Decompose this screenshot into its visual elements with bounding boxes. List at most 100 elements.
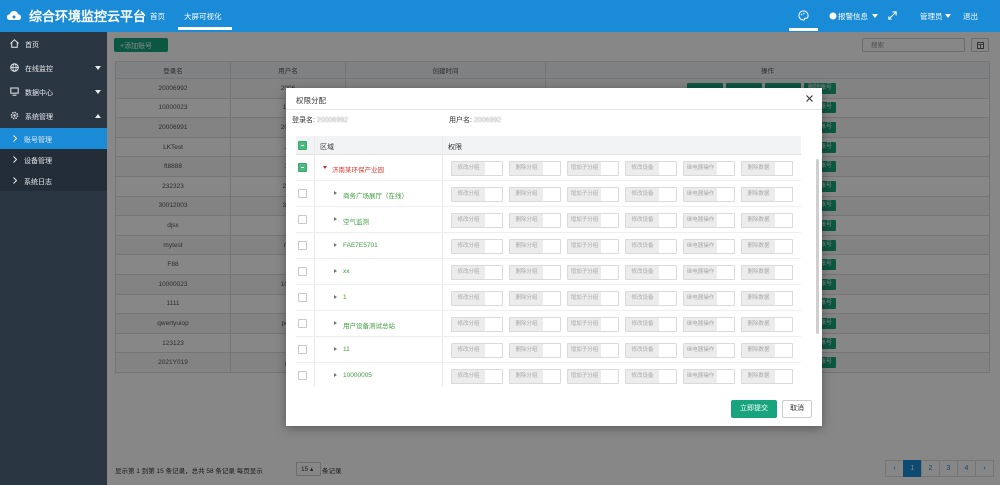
permission-toggle[interactable]: 继电器操作 <box>683 161 735 176</box>
permission-toggle[interactable]: 删除数据 <box>741 239 793 254</box>
cancel-button[interactable]: 取消 <box>782 400 812 418</box>
row-checkbox[interactable] <box>298 267 307 276</box>
permission-toggle[interactable]: 删除分组 <box>509 369 561 384</box>
permission-toggle[interactable]: 修改设备 <box>625 187 677 202</box>
alarm-info-link[interactable]: 报警信息 <box>838 11 868 22</box>
fullscreen-icon[interactable] <box>887 10 898 21</box>
area-name: 空气监测 <box>343 219 369 226</box>
sidebar-item-device-management[interactable]: 设备管理 <box>0 149 107 170</box>
permission-toggle[interactable]: 修改分组 <box>451 187 503 202</box>
palette-icon[interactable] <box>798 10 809 21</box>
caret-right-icon[interactable] <box>334 373 337 377</box>
permission-label: 修改设备 <box>626 266 659 279</box>
permission-toggle[interactable]: 删除分组 <box>509 317 561 332</box>
close-icon[interactable] <box>805 94 814 103</box>
caret-right-icon[interactable] <box>334 269 337 273</box>
permission-toggle[interactable]: 删除数据 <box>741 343 793 358</box>
permission-toggle[interactable]: 增加子分组 <box>567 213 619 228</box>
permission-toggle[interactable]: 删除分组 <box>509 161 561 176</box>
sidebar-item-system[interactable]: 系统管理 <box>0 104 107 128</box>
permission-label: 继电器操作 <box>684 188 717 201</box>
caret-down-icon[interactable] <box>323 166 327 169</box>
permission-toggle[interactable]: 修改设备 <box>625 239 677 254</box>
permission-toggle[interactable]: 删除分组 <box>509 343 561 358</box>
caret-right-icon[interactable] <box>334 217 337 221</box>
caret-right-icon[interactable] <box>334 347 337 351</box>
row-checkbox[interactable] <box>298 319 307 328</box>
permission-label: 增加子分组 <box>568 318 601 331</box>
row-checkbox[interactable] <box>298 163 307 172</box>
permission-toggle[interactable]: 修改设备 <box>625 343 677 358</box>
permission-toggle[interactable]: 删除分组 <box>509 291 561 306</box>
nav-tab-home[interactable]: 首页 <box>150 11 165 22</box>
row-checkbox[interactable] <box>298 241 307 250</box>
permission-toggle[interactable]: 修改分组 <box>451 291 503 306</box>
permission-toggle[interactable]: 删除分组 <box>509 187 561 202</box>
sidebar-item-home[interactable]: 首页 <box>0 32 107 56</box>
sidebar-item-data-center[interactable]: 数据中心 <box>0 80 107 104</box>
row-checkbox[interactable] <box>298 215 307 224</box>
permission-toggle[interactable]: 删除数据 <box>741 187 793 202</box>
caret-right-icon[interactable] <box>334 191 337 195</box>
logout-link[interactable]: 退出 <box>963 11 978 22</box>
area-name: 商务广场展厅（在线） <box>343 193 408 200</box>
modal-scrollbar[interactable] <box>816 159 819 334</box>
select-all-checkbox[interactable] <box>298 141 307 150</box>
permission-toggle[interactable]: 继电器操作 <box>683 239 735 254</box>
permission-toggle[interactable]: 继电器操作 <box>683 317 735 332</box>
sidebar-item-system-log[interactable]: 系统日志 <box>0 170 107 191</box>
permission-toggle[interactable]: 修改分组 <box>451 343 503 358</box>
permission-toggle[interactable]: 删除数据 <box>741 265 793 280</box>
permission-toggle[interactable]: 修改设备 <box>625 317 677 332</box>
permission-toggle[interactable]: 增加子分组 <box>567 187 619 202</box>
permission-toggle[interactable]: 修改分组 <box>451 161 503 176</box>
caret-right-icon[interactable] <box>334 243 337 247</box>
permission-toggle[interactable]: 删除数据 <box>741 161 793 176</box>
permission-toggle[interactable]: 增加子分组 <box>567 239 619 254</box>
row-checkbox[interactable] <box>298 371 307 380</box>
submit-button[interactable]: 立即提交 <box>731 400 777 418</box>
admin-menu[interactable]: 管理员 <box>920 11 943 22</box>
permission-toggle[interactable]: 修改设备 <box>625 369 677 384</box>
permission-toggle[interactable]: 修改设备 <box>625 213 677 228</box>
sidebar-item-account-management[interactable]: 账号管理 <box>0 128 107 149</box>
permission-toggle[interactable]: 增加子分组 <box>567 291 619 306</box>
permission-toggle[interactable]: 修改分组 <box>451 369 503 384</box>
permission-toggle[interactable]: 删除分组 <box>509 213 561 228</box>
row-checkbox[interactable] <box>298 345 307 354</box>
permission-toggle[interactable]: 修改分组 <box>451 213 503 228</box>
permission-toggle[interactable]: 继电器操作 <box>683 213 735 228</box>
permission-toggle[interactable]: 增加子分组 <box>567 343 619 358</box>
permission-toggle[interactable]: 继电器操作 <box>683 265 735 280</box>
permission-toggle[interactable]: 增加子分组 <box>567 265 619 280</box>
caret-right-icon[interactable] <box>334 321 337 325</box>
row-checkbox[interactable] <box>298 189 307 198</box>
permission-toggle[interactable]: 继电器操作 <box>683 291 735 306</box>
permission-toggle[interactable]: 修改设备 <box>625 291 677 306</box>
permission-toggle[interactable]: 继电器操作 <box>683 343 735 358</box>
caret-right-icon[interactable] <box>334 295 337 299</box>
permission-toggle[interactable]: 修改分组 <box>451 265 503 280</box>
permission-toggle[interactable]: 修改设备 <box>625 161 677 176</box>
sidebar: 首页 在线监控 数据中心 系统管理 账号管理 设备管理 系统日志 <box>0 32 107 485</box>
nav-tab-bigscreen[interactable]: 大屏可视化 <box>184 11 222 22</box>
permission-toggle[interactable]: 增加子分组 <box>567 317 619 332</box>
permission-toggle[interactable]: 删除分组 <box>509 265 561 280</box>
permission-label: 修改设备 <box>626 370 659 383</box>
row-checkbox[interactable] <box>298 293 307 302</box>
permission-toggle[interactable]: 增加子分组 <box>567 161 619 176</box>
permission-toggle[interactable]: 删除分组 <box>509 239 561 254</box>
permission-toggle[interactable]: 增加子分组 <box>567 369 619 384</box>
permission-toggle[interactable]: 删除数据 <box>741 291 793 306</box>
permission-toggle[interactable]: 删除数据 <box>741 317 793 332</box>
permission-toggle[interactable]: 继电器操作 <box>683 187 735 202</box>
area-name: 11 <box>343 346 350 353</box>
permission-label: 修改分组 <box>452 240 485 253</box>
sidebar-item-monitor[interactable]: 在线监控 <box>0 56 107 80</box>
permission-toggle[interactable]: 修改分组 <box>451 239 503 254</box>
permission-toggle[interactable]: 修改设备 <box>625 265 677 280</box>
permission-toggle[interactable]: 继电器操作 <box>683 369 735 384</box>
permission-toggle[interactable]: 删除数据 <box>741 213 793 228</box>
permission-toggle[interactable]: 删除数据 <box>741 369 793 384</box>
permission-toggle[interactable]: 修改分组 <box>451 317 503 332</box>
